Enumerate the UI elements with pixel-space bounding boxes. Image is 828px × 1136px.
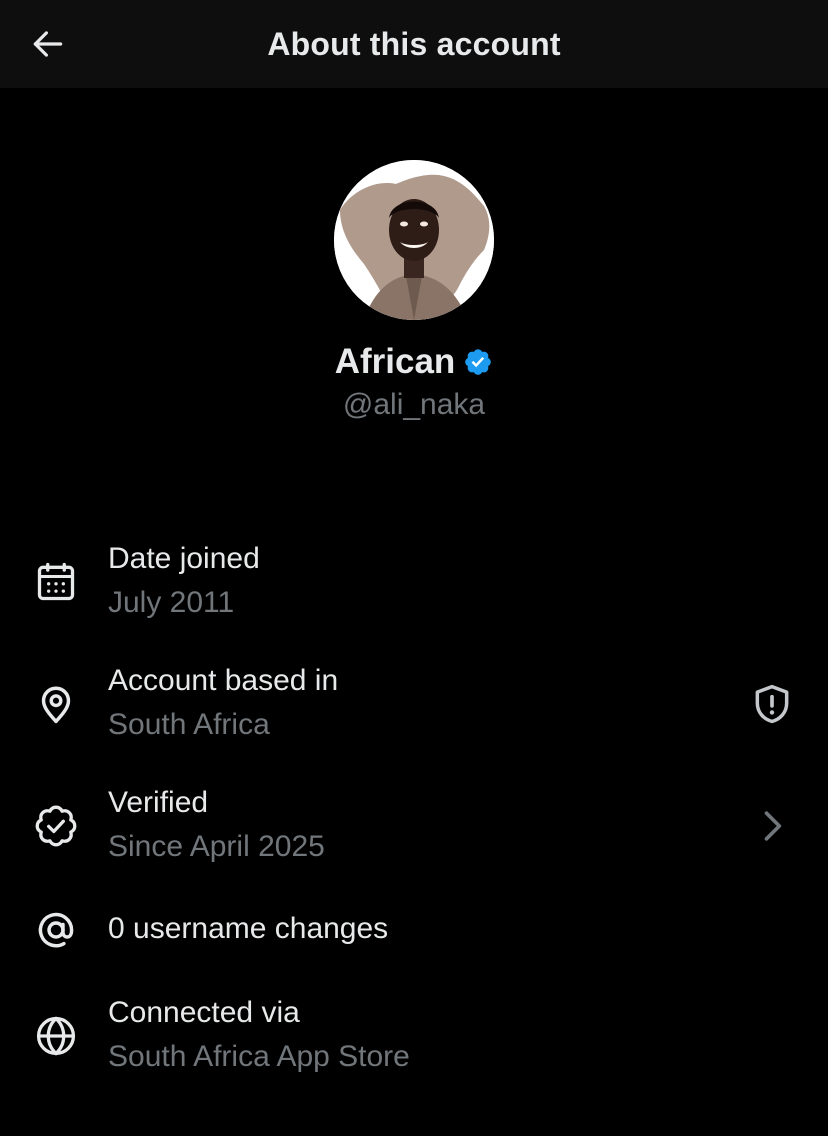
display-name-row: African — [0, 342, 828, 382]
location-pin-icon — [34, 682, 78, 726]
page-title: About this account — [267, 26, 561, 62]
verified-value: Since April 2025 — [108, 830, 325, 863]
date-joined-label: Date joined — [108, 542, 260, 575]
profile-photo — [334, 160, 494, 320]
account-based-in-label: Account based in — [108, 664, 339, 697]
display-name: African — [334, 342, 456, 381]
verified-label: Verified — [108, 786, 209, 819]
shield-alert-icon[interactable] — [750, 682, 794, 726]
account-based-in-value: South Africa — [108, 708, 270, 741]
handle: @ali_naka — [342, 388, 486, 421]
connected-via-row: Connected via South Africa App Store — [0, 992, 828, 1080]
calendar-icon — [34, 560, 78, 604]
date-joined-row: Date joined July 2011 — [0, 538, 828, 626]
username-changes-row: 0 username changes — [0, 906, 828, 956]
verified-check-icon — [34, 804, 78, 848]
at-sign-icon — [34, 908, 78, 952]
arrow-left-icon — [33, 31, 63, 57]
date-joined-value: July 2011 — [108, 586, 235, 619]
globe-icon — [34, 1014, 78, 1058]
connected-via-value: South Africa App Store — [108, 1040, 410, 1073]
verified-row[interactable]: Verified Since April 2025 — [0, 782, 828, 870]
back-button[interactable] — [22, 20, 74, 68]
connected-via-label: Connected via — [108, 996, 300, 1029]
top-bar: About this account — [0, 0, 828, 88]
chevron-right-icon[interactable] — [750, 804, 794, 848]
verified-badge-icon — [465, 349, 492, 375]
account-based-in-row: Account based in South Africa — [0, 660, 828, 748]
username-changes-label: 0 username changes — [108, 912, 389, 945]
avatar[interactable] — [334, 160, 494, 320]
